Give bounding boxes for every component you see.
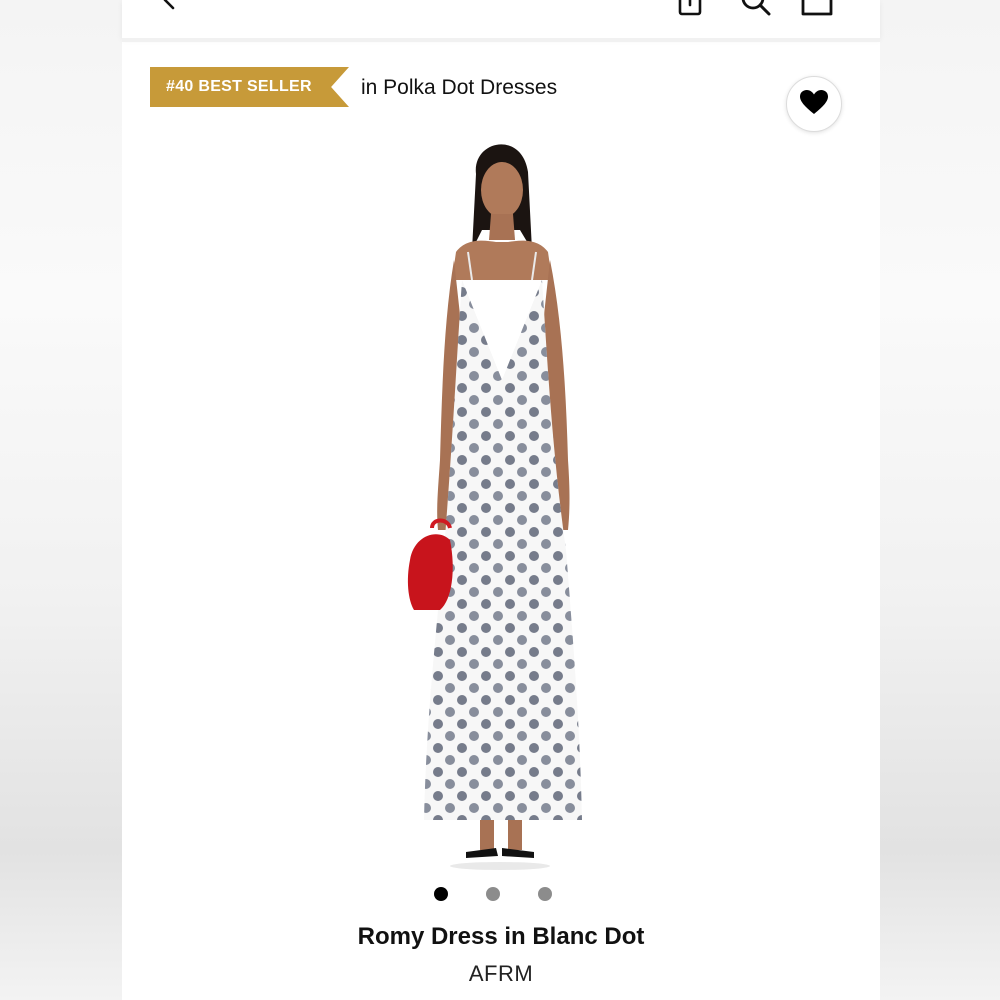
best-seller-category[interactable]: in Polka Dot Dresses [361, 74, 557, 102]
shopping-bag-icon[interactable] [800, 0, 836, 20]
chevron-left-icon[interactable] [158, 0, 182, 16]
gallery-dot[interactable] [538, 887, 552, 901]
product-title: Romy Dress in Blanc Dot [357, 923, 645, 950]
product-brand[interactable]: AFRM [122, 960, 880, 988]
product-page: #40 BEST SELLER in Polka Dot Dresses Rom… [122, 0, 880, 1000]
gallery-pagination [434, 886, 552, 902]
product-image[interactable] [348, 130, 648, 870]
best-seller-badge: #40 BEST SELLER [150, 67, 349, 107]
heart-icon [799, 89, 829, 120]
top-navigation-bar [122, 0, 880, 38]
background-blur-left [0, 0, 122, 1000]
share-icon[interactable] [676, 0, 706, 20]
background-blur-right [880, 0, 1000, 1000]
search-icon[interactable] [738, 0, 774, 20]
gallery-dot[interactable] [434, 887, 448, 901]
gallery-dot[interactable] [486, 887, 500, 901]
header-divider [122, 38, 880, 42]
favorite-button[interactable] [786, 76, 842, 132]
